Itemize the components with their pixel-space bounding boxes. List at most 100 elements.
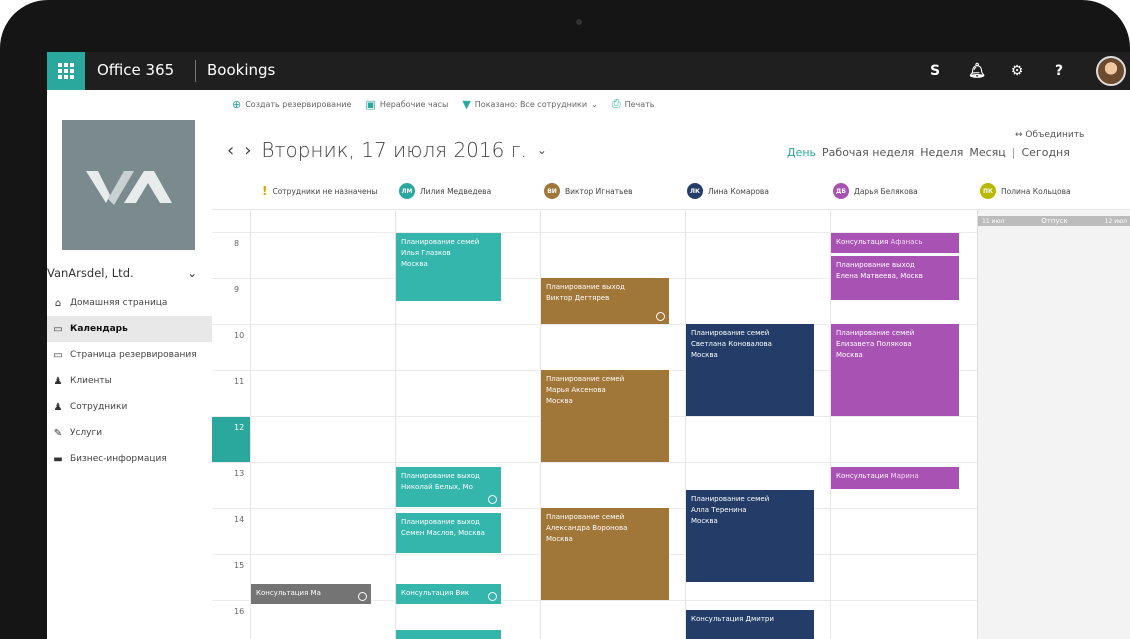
- business-name: VanArsdel, Ltd.: [47, 266, 134, 280]
- appointment-customer: Елена Матвеева, Москв: [836, 272, 923, 280]
- today-button[interactable]: Сегодня: [1021, 146, 1069, 159]
- app-name: Bookings: [207, 61, 276, 79]
- help-icon[interactable]: ?: [1040, 52, 1078, 90]
- toolbar: ⊕ Создать резервирование ▣ Нерабочие часы …: [232, 96, 655, 112]
- hour-row: 13: [212, 462, 977, 478]
- appointment-customer: Дмитри: [745, 615, 774, 623]
- staff-name: Полина Кольцова: [1001, 186, 1071, 196]
- date-title[interactable]: Вторник, 17 июля 2016 г.: [261, 138, 527, 162]
- appointment[interactable]: Консультация Вик: [396, 584, 501, 604]
- appointment-customer: Алла Теренина: [691, 506, 747, 514]
- device-frame: Office 365 Bookings S 🔔︎ ⚙ ? VanArsdel, …: [0, 0, 1130, 639]
- appointment-location: Москва: [546, 535, 573, 543]
- staff-icon: ♟: [53, 401, 63, 413]
- calendar-grid: 8 9 10 11 12 13 14 15 16 11 июл Отпуск 1…: [212, 209, 1130, 639]
- appointment-title: Консультация: [256, 589, 309, 597]
- bell-icon[interactable]: 🔔︎: [958, 52, 996, 90]
- appointment-title: Консультация: [401, 589, 454, 597]
- filter-icon: ▼: [462, 97, 471, 111]
- appointment-title: Планирование семей: [546, 375, 625, 383]
- sidebar-item-business-info[interactable]: ▬ Бизнес-информация: [47, 446, 212, 472]
- warning-icon: !: [262, 184, 268, 198]
- filter-label: Показано: Все сотрудники: [474, 99, 588, 109]
- staff-header-row: ! Сотрудники не назначены ЛМ Лилия Медведе…: [212, 180, 1130, 202]
- add-icon: ⊕: [232, 97, 242, 111]
- vacation-banner[interactable]: 11 июл Отпуск 12 июл: [978, 216, 1130, 226]
- merge-button[interactable]: ↔ Объединить: [1015, 130, 1084, 140]
- sidebar-item-services[interactable]: ✎ Услуги: [47, 420, 212, 446]
- staff-column-header[interactable]: ДБ Дарья Белякова: [833, 180, 918, 202]
- appointment-title: Планирование семей: [401, 238, 480, 246]
- avatar[interactable]: [1096, 56, 1126, 86]
- divider: |: [1011, 146, 1016, 159]
- column-divider: [250, 210, 251, 639]
- calendar-clock-icon: ▣: [365, 97, 376, 111]
- chevron-down-icon[interactable]: ⌄: [537, 143, 547, 157]
- sidebar-item-calendar[interactable]: ▭ Календарь: [47, 316, 212, 342]
- staff-column-header[interactable]: ЛК Лина Комарова: [687, 180, 769, 202]
- customers-icon: ♟: [53, 375, 63, 387]
- appointment[interactable]: Планирование семей Светлана Коновалова М…: [686, 324, 814, 416]
- appointment[interactable]: Планирование выход Виктор Дегтярев: [541, 278, 669, 324]
- view-week-button[interactable]: Неделя: [920, 146, 963, 159]
- date-navigation: ‹ › Вторник, 17 июля 2016 г. ⌄: [227, 137, 547, 163]
- appointment-title: Планирование выход: [401, 472, 480, 480]
- staff-filter-dropdown[interactable]: ▼ Показано: Все сотрудники ⌄: [462, 98, 597, 111]
- skype-icon[interactable]: S: [916, 52, 954, 90]
- appointment-customer: Николай Белых, Мо: [401, 483, 473, 491]
- merge-icon: ↔: [1015, 130, 1026, 140]
- appointment-customer: Марина: [890, 472, 919, 480]
- appointment-location: Москва: [401, 260, 428, 268]
- appointment[interactable]: Планирование семей Елизавета Полякова Мо…: [831, 324, 959, 416]
- sidebar-item-staff[interactable]: ♟ Сотрудники: [47, 394, 212, 420]
- sidebar-item-home[interactable]: ⌂ Домашняя страница: [47, 290, 212, 316]
- merge-label: Объединить: [1025, 130, 1085, 140]
- view-work-week-button[interactable]: Рабочая неделя: [822, 146, 914, 159]
- appointment[interactable]: Консультация Ма: [251, 584, 371, 604]
- next-day-icon[interactable]: ›: [244, 140, 251, 161]
- appointment[interactable]: Планирование семей Марья Аксенова Москва: [541, 370, 669, 462]
- suite-name[interactable]: Office 365: [97, 61, 174, 79]
- app-screen: Office 365 Bookings S 🔔︎ ⚙ ? VanArsdel, …: [47, 52, 1130, 639]
- staff-column-header[interactable]: ВИ Виктор Игнатьев: [544, 180, 633, 202]
- previous-day-icon[interactable]: ‹: [227, 140, 234, 161]
- staff-column-header[interactable]: ПК Полина Кольцова: [980, 180, 1071, 202]
- appointment-location: Москва: [691, 517, 718, 525]
- sidebar-item-customers[interactable]: ♟ Клиенты: [47, 368, 212, 394]
- sidebar-item-label: Сотрудники: [70, 402, 128, 412]
- app-launcher-icon[interactable]: [47, 52, 85, 90]
- appointment[interactable]: Планирование выход Семен Маслов, Москва: [396, 513, 501, 553]
- gear-icon[interactable]: ⚙: [998, 52, 1036, 90]
- staff-name: Сотрудники не назначены: [272, 186, 378, 196]
- view-month-button[interactable]: Месяц: [969, 146, 1005, 159]
- divider: [195, 60, 196, 82]
- appointment[interactable]: Планирование выход Николай Белых, Мо: [396, 467, 501, 507]
- appointment-title: Планирование выход: [546, 283, 625, 291]
- hour-label: 15: [234, 561, 245, 570]
- sidebar: VanArsdel, Ltd. ⌄ ⌂ Домашняя страница ▭ Ка…: [47, 90, 212, 639]
- business-selector[interactable]: VanArsdel, Ltd. ⌄: [47, 266, 207, 280]
- appointment[interactable]: Планирование семей Александра Воронова М…: [541, 508, 669, 600]
- appointment-location: Москва: [836, 351, 863, 359]
- appointment[interactable]: Консультация Дмитри: [686, 610, 814, 639]
- time-off-button[interactable]: ▣ Нерабочие часы: [365, 98, 448, 111]
- business-info-icon: ▬: [53, 453, 63, 465]
- view-day-button[interactable]: День: [787, 146, 816, 159]
- staff-column-header[interactable]: ЛМ Лилия Медведева: [399, 180, 491, 202]
- current-hour-label: 12: [212, 417, 250, 463]
- sidebar-item-booking-page[interactable]: ▭ Страница резервирования: [47, 342, 212, 368]
- sidebar-item-label: Домашняя страница: [70, 298, 168, 308]
- print-button[interactable]: ⎙ Печать: [612, 97, 655, 111]
- appointment[interactable]: Консультация Марина: [831, 467, 959, 489]
- hour-label: 13: [234, 469, 245, 478]
- appointment[interactable]: Консультация Афанась: [831, 233, 959, 253]
- appointment[interactable]: Планирование семей Алла Теренина Москва: [686, 490, 814, 582]
- appointment[interactable]: Планирование семей Илья Глазков Москва: [396, 233, 501, 301]
- appointment[interactable]: [396, 630, 501, 639]
- new-booking-button[interactable]: ⊕ Создать резервирование: [232, 98, 351, 111]
- appointment-title: Планирование выход: [401, 518, 480, 526]
- hour-label: 11: [234, 377, 245, 386]
- hour-label: 9: [234, 285, 240, 294]
- staff-unassigned[interactable]: ! Сотрудники не назначены: [262, 180, 377, 202]
- appointment[interactable]: Планирование выход Елена Матвеева, Москв: [831, 256, 959, 300]
